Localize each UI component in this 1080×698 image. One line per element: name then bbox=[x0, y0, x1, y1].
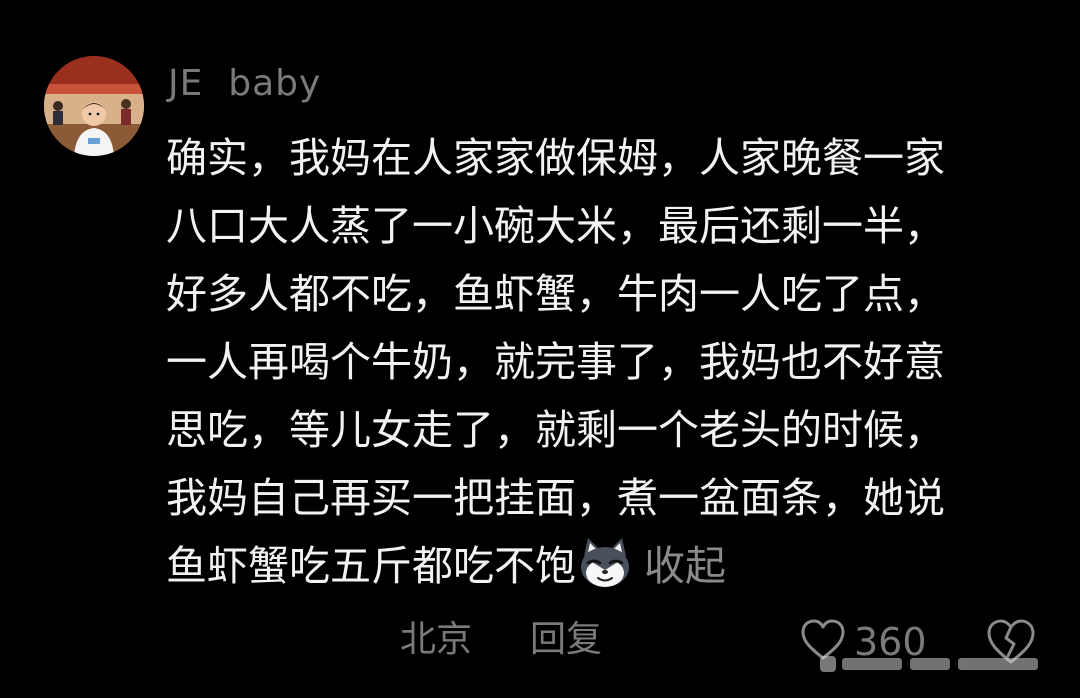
comment-line: 一人再喝个牛奶，就完事了，我妈也不好意 bbox=[166, 338, 945, 386]
comment-line: 鱼虾蟹吃五斤都吃不饱 bbox=[166, 542, 576, 590]
comment-item: JE baby 确实，我妈在人家家做保姆，人家晚餐一家 八口大人蒸了一小碗大米，… bbox=[0, 0, 1080, 698]
child-photo-avatar-icon bbox=[44, 56, 144, 156]
reply-button[interactable]: 回复 bbox=[530, 612, 602, 668]
collapse-button[interactable]: 收起 bbox=[644, 542, 726, 590]
location-label: 北京 bbox=[400, 619, 473, 660]
comment-line: 我妈自己再买一把挂面，煮一盆面条，她说 bbox=[166, 474, 945, 522]
avatar[interactable] bbox=[44, 56, 144, 156]
watermark-logo bbox=[820, 656, 1038, 672]
comment-line: 好多人都不吃，鱼虾蟹，牛肉一人吃了点， bbox=[166, 270, 945, 318]
comment-line: 八口大人蒸了一小碗大米，最后还剩一半， bbox=[166, 202, 945, 250]
comment-text: 确实，我妈在人家家做保姆，人家晚餐一家 八口大人蒸了一小碗大米，最后还剩一半， … bbox=[166, 124, 1046, 600]
comment-line: 确实，我妈在人家家做保姆，人家晚餐一家 bbox=[166, 134, 945, 182]
comment-line: 思吃，等儿女走了，就剩一个老头的时候， bbox=[166, 406, 945, 454]
cat-face-emoji-icon bbox=[581, 538, 629, 587]
username[interactable]: JE baby bbox=[168, 62, 321, 106]
comment-last-line: 鱼虾蟹吃五斤都吃不饱 收起 bbox=[166, 532, 1046, 600]
